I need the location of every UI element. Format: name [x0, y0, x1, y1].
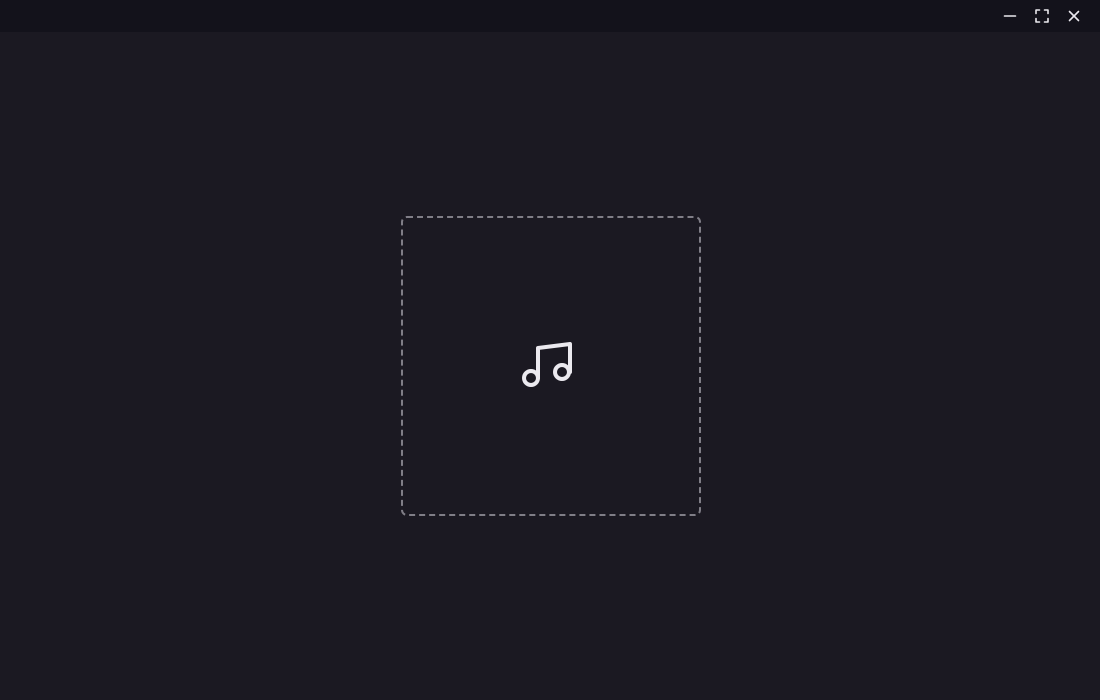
close-button[interactable] — [1058, 0, 1090, 32]
window-controls — [994, 0, 1090, 32]
minimize-icon — [1003, 15, 1017, 17]
maximize-button[interactable] — [1026, 0, 1058, 32]
app-window — [0, 0, 1100, 700]
audio-drop-zone[interactable] — [401, 216, 701, 516]
maximize-icon — [1035, 9, 1049, 23]
minimize-button[interactable] — [994, 0, 1026, 32]
main-content — [0, 32, 1100, 700]
close-icon — [1068, 10, 1080, 22]
music-note-icon — [521, 336, 581, 396]
title-bar[interactable] — [0, 0, 1100, 32]
